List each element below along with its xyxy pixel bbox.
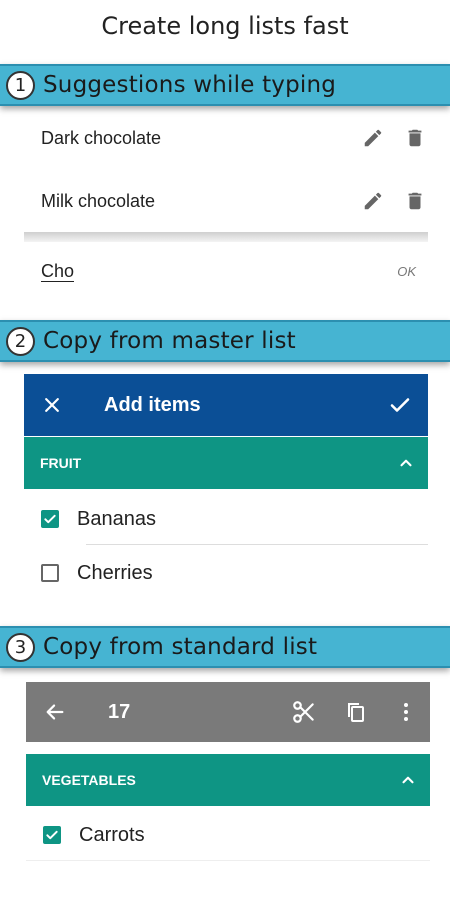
item-label: Cherries	[77, 561, 153, 584]
category-header-vegetables[interactable]: VEGETABLES	[26, 754, 430, 806]
trash-icon[interactable]	[402, 125, 428, 151]
toolbar-title: Add items	[104, 393, 201, 416]
list-item[interactable]: Bananas	[24, 494, 428, 544]
section-number: 2	[6, 326, 35, 356]
item-label: Carrots	[79, 823, 145, 846]
section-title: Copy from master list	[43, 328, 296, 354]
item-label: Bananas	[77, 507, 156, 530]
scissors-icon[interactable]	[278, 682, 330, 742]
section-banner-3: 3 Copy from standard list	[0, 626, 450, 668]
pencil-icon[interactable]	[360, 125, 386, 151]
copy-icon[interactable]	[330, 682, 382, 742]
selection-count: 17	[108, 700, 131, 723]
suggestion-label: Dark chocolate	[41, 127, 162, 148]
category-header-fruit[interactable]: FRUIT	[24, 437, 428, 489]
more-vert-icon[interactable]	[382, 682, 430, 742]
list-item[interactable]: Cherries	[24, 548, 428, 598]
input-value: Cho	[41, 260, 75, 282]
section-number: 3	[6, 632, 35, 662]
ok-button[interactable]: OK	[397, 264, 428, 279]
arrow-back-icon[interactable]	[26, 682, 84, 742]
category-label: FRUIT	[40, 455, 82, 471]
chevron-up-icon[interactable]	[386, 771, 430, 789]
selection-toolbar: 17	[26, 682, 430, 742]
check-icon[interactable]	[372, 374, 428, 436]
pencil-icon[interactable]	[360, 188, 386, 214]
checkbox-checked[interactable]	[43, 826, 61, 844]
divider	[86, 544, 428, 545]
chevron-up-icon[interactable]	[384, 454, 428, 472]
checkbox-checked[interactable]	[41, 510, 59, 528]
suggestion-item[interactable]: Milk chocolate	[24, 178, 428, 224]
section-banner-2: 2 Copy from master list	[0, 320, 450, 362]
new-item-input[interactable]: Cho	[24, 260, 397, 282]
trash-icon[interactable]	[402, 188, 428, 214]
section-number: 1	[6, 70, 35, 100]
new-item-input-row[interactable]: Cho OK	[24, 248, 428, 294]
section-banner-1: 1 Suggestions while typing	[0, 64, 450, 106]
page-title: Create long lists fast	[101, 12, 349, 40]
suggestion-item[interactable]: Dark chocolate	[24, 115, 428, 161]
suggestion-label: Milk chocolate	[41, 190, 156, 211]
section-title: Copy from standard list	[43, 634, 318, 660]
close-icon[interactable]	[24, 374, 80, 436]
add-items-toolbar: Add items	[24, 374, 428, 436]
input-shadow-divider	[24, 232, 428, 242]
checkbox-unchecked[interactable]	[41, 564, 59, 582]
divider	[26, 860, 430, 861]
section-title: Suggestions while typing	[43, 72, 337, 98]
list-item[interactable]: Carrots	[26, 810, 430, 860]
category-label: VEGETABLES	[42, 772, 136, 788]
